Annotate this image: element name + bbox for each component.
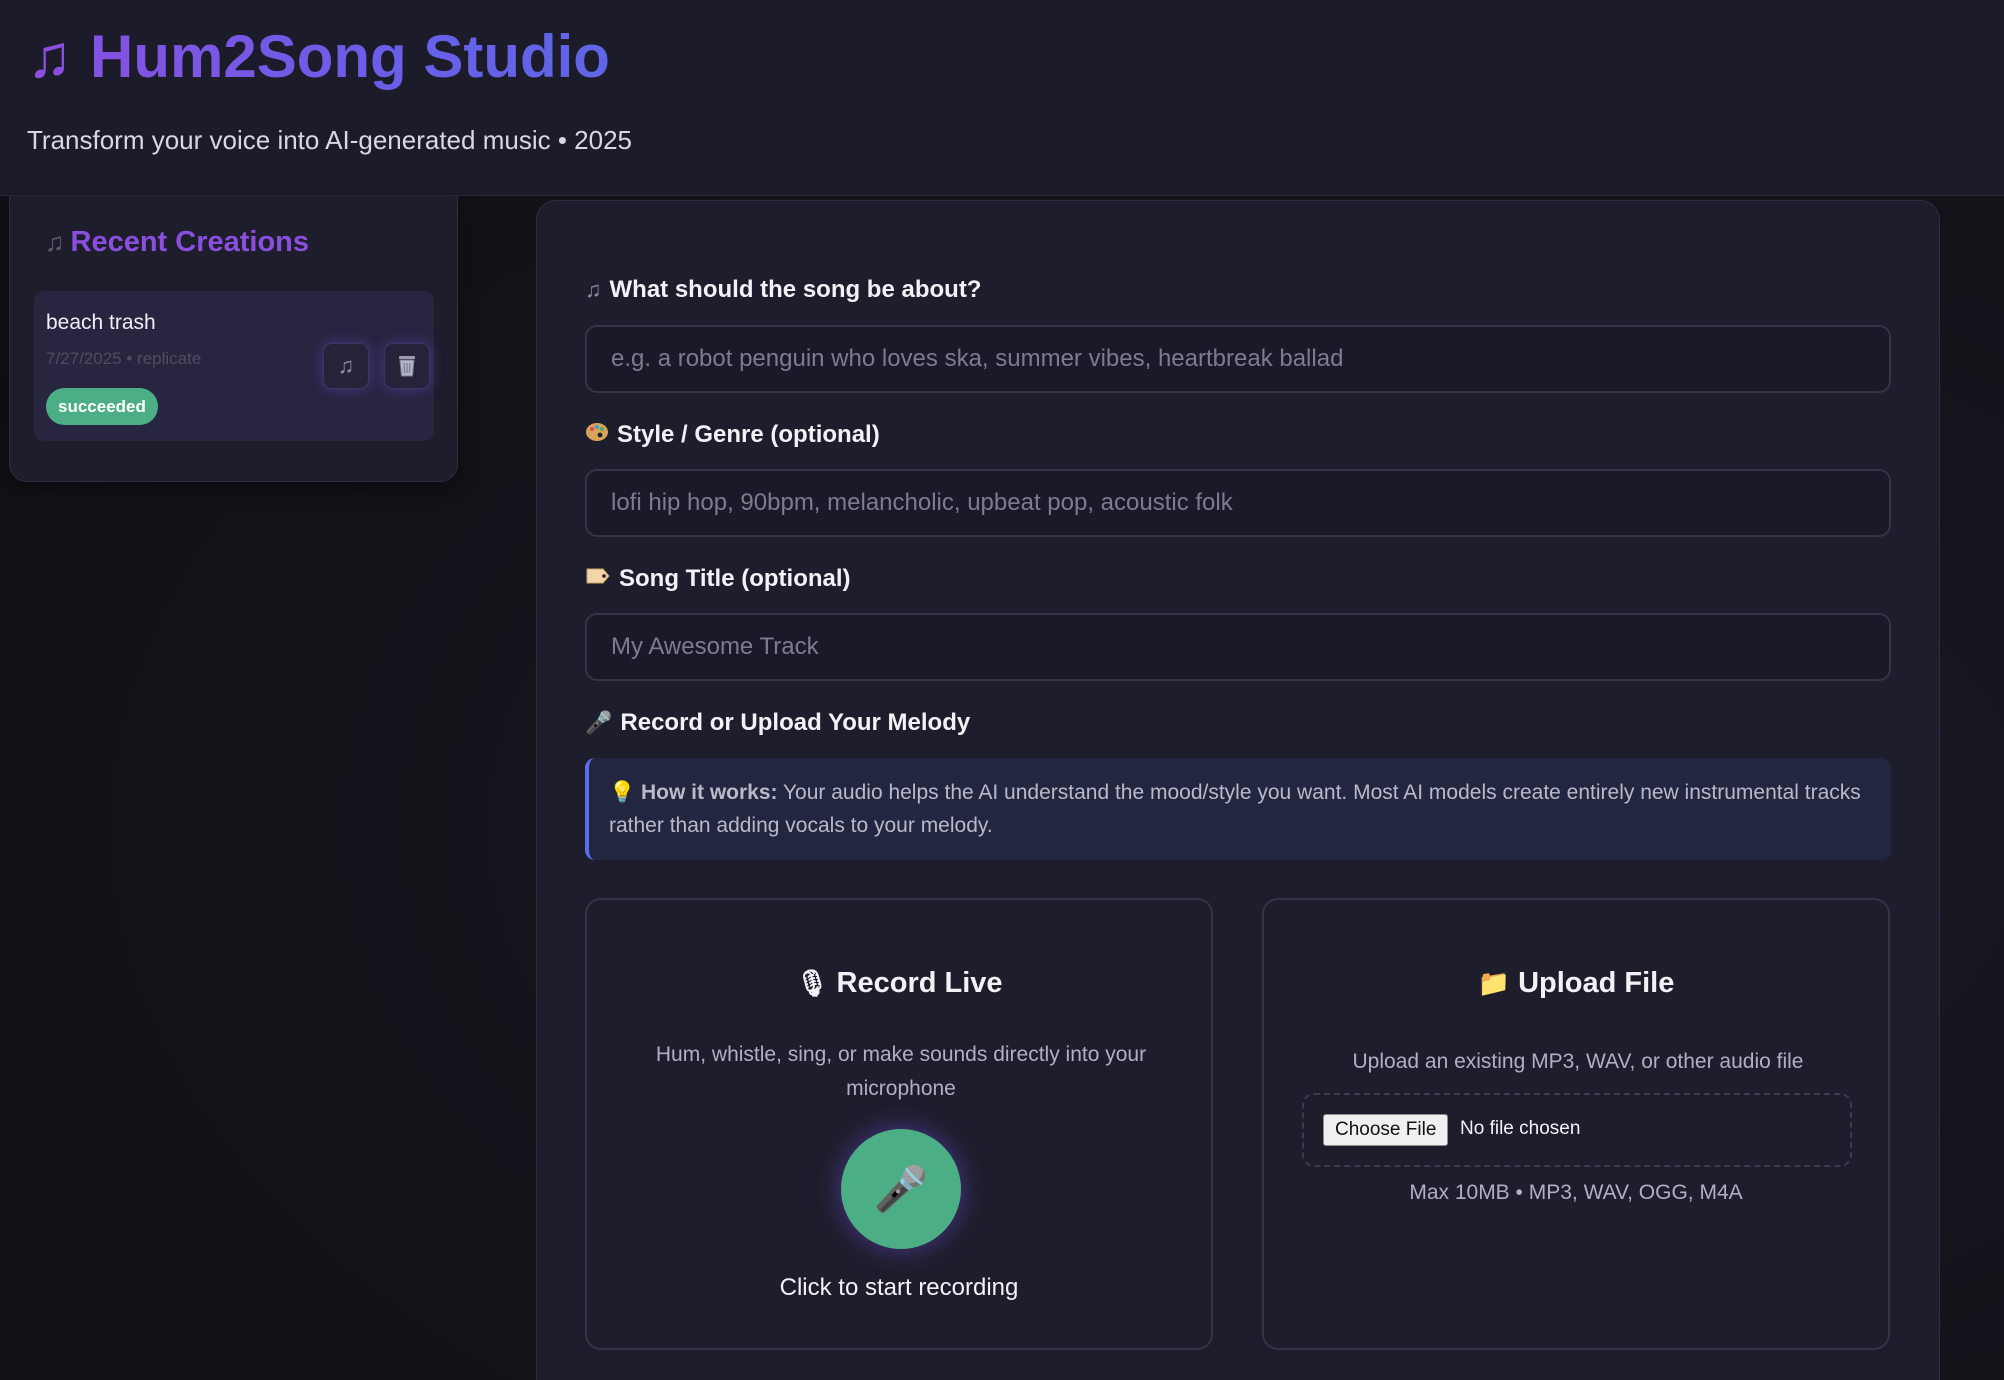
recent-creations-sidebar: ♫ Recent Creations beach trash 7/27/2025… (9, 196, 458, 482)
how-it-works-info: 💡 How it works: Your audio helps the AI … (585, 758, 1891, 860)
app-header: ♫ Hum2Song Studio Transform your voice i… (0, 0, 2004, 196)
creation-title: beach trash (46, 311, 156, 334)
record-title-text: Record Live (836, 967, 1003, 999)
song-form-panel: ♫ What should the song be about? Style /… (536, 200, 1940, 1380)
upload-file-panel: 📁 Upload File Upload an existing MP3, WA… (1262, 898, 1890, 1350)
record-title: 🎙 Record Live (587, 967, 1211, 1000)
melody-label-text: Record or Upload Your Melody (620, 709, 971, 736)
microphone-icon: 🎤 (873, 1165, 929, 1214)
about-label: ♫ What should the song be about? (585, 276, 981, 304)
palette-icon (585, 421, 609, 449)
studio-microphone-icon: 🎙 (795, 968, 829, 998)
sidebar-title-text: Recent Creations (70, 226, 310, 258)
style-label: Style / Genre (optional) (585, 421, 880, 449)
record-description: Hum, whistle, sing, or make sounds direc… (655, 1043, 1147, 1100)
melody-label: 🎤 Record or Upload Your Melody (585, 709, 970, 737)
lightbulb-icon: 💡 (609, 781, 636, 804)
sidebar-title: ♫ Recent Creations (45, 226, 309, 259)
app-subtitle: Transform your voice into AI-generated m… (27, 125, 632, 155)
microphone-icon: 🎤 (585, 710, 613, 735)
music-note-icon: ♫ (27, 23, 72, 90)
status-badge: succeeded (46, 388, 158, 425)
upload-limits-hint: Max 10MB • MP3, WAV, OGG, M4A (1409, 1181, 1743, 1204)
app-title: ♫ Hum2Song Studio (27, 22, 610, 91)
start-recording-button[interactable]: 🎤 (841, 1129, 961, 1249)
delete-creation-button[interactable] (384, 343, 430, 389)
song-title-input[interactable] (585, 613, 1891, 681)
upload-description: Upload an existing MP3, WAV, or other au… (1352, 1050, 1804, 1073)
upload-title: 📁 Upload File (1264, 967, 1888, 1000)
info-bold: How it works: (641, 781, 778, 804)
choose-file-button[interactable]: Choose File (1323, 1114, 1449, 1146)
folder-icon: 📁 (1477, 968, 1510, 998)
creation-meta: 7/27/2025 • replicate (46, 349, 202, 368)
music-notes-icon: ♫ (45, 227, 65, 257)
about-input[interactable] (585, 325, 1891, 393)
music-note-icon: ♫ (337, 353, 355, 378)
file-dropzone[interactable]: Choose File No file chosen (1302, 1093, 1852, 1167)
style-label-text: Style / Genre (optional) (617, 421, 880, 448)
style-input[interactable] (585, 469, 1891, 537)
info-text: Your audio helps the AI understand the m… (609, 781, 1861, 837)
trash-icon (399, 356, 415, 377)
file-status-text: No file chosen (1460, 1118, 1581, 1139)
play-creation-button[interactable]: ♫ (323, 343, 369, 389)
app-title-text: Hum2Song Studio (90, 23, 610, 90)
tag-icon (585, 566, 611, 592)
music-note-icon: ♫ (585, 277, 602, 302)
about-label-text: What should the song be about? (609, 276, 982, 303)
song-title-label-text: Song Title (optional) (619, 565, 851, 592)
song-title-label: Song Title (optional) (585, 565, 851, 593)
creation-card[interactable]: beach trash 7/27/2025 • replicate succee… (34, 291, 434, 441)
record-caption: Click to start recording (779, 1274, 1019, 1301)
upload-title-text: Upload File (1518, 967, 1675, 999)
record-live-panel: 🎙 Record Live Hum, whistle, sing, or mak… (585, 898, 1213, 1350)
